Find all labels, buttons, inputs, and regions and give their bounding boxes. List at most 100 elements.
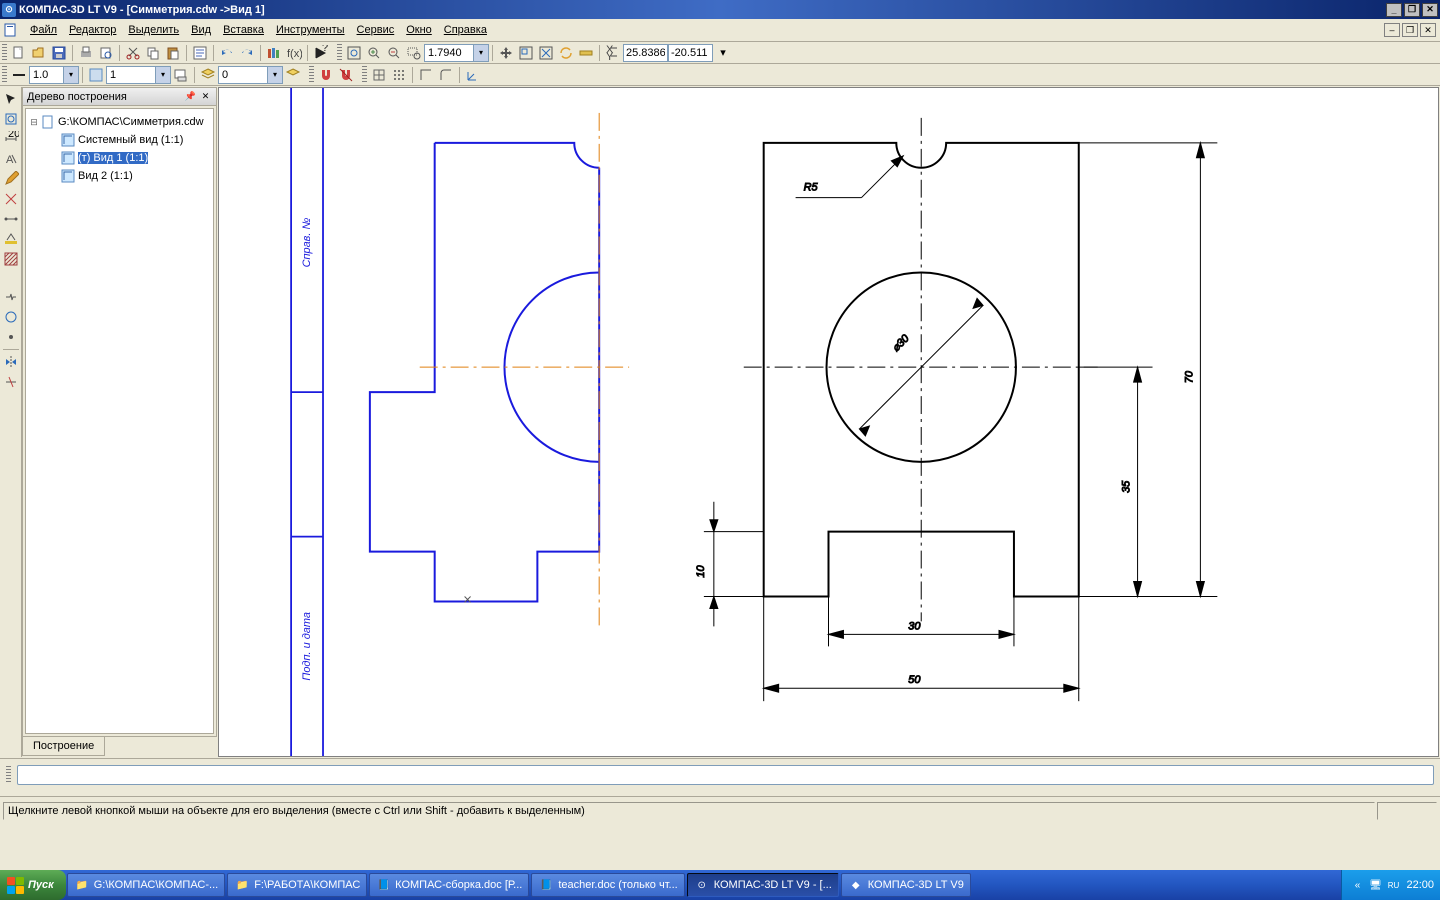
view-settings-button[interactable] — [170, 65, 192, 85]
toolbar-color-button[interactable] — [1, 229, 21, 249]
toolbar-grip[interactable] — [2, 44, 7, 62]
menu-service[interactable]: Сервис — [351, 22, 401, 38]
zoom-combo[interactable]: 1.7940 ▾ — [424, 44, 489, 62]
toolbar-grip-2[interactable] — [337, 44, 342, 62]
tree-item-view-2[interactable]: Вид 2 (1:1) — [28, 167, 211, 185]
coord-y-input[interactable] — [668, 44, 713, 62]
trim-tool[interactable] — [1, 372, 21, 392]
tree-item-system-view[interactable]: Системный вид (1:1) — [28, 131, 211, 149]
mirror-tool[interactable] — [1, 352, 21, 372]
task-item-2[interactable]: 📁F:\РАБОТА\КОМПАС — [227, 873, 367, 897]
toolbar-grip-4[interactable] — [309, 66, 314, 84]
parametric-tool[interactable] — [1, 189, 21, 209]
menu-insert[interactable]: Вставка — [217, 22, 270, 38]
zoom-window-button[interactable] — [403, 43, 425, 63]
minimize-button[interactable]: _ — [1386, 3, 1402, 17]
local-cs-button[interactable] — [462, 65, 484, 85]
paste-button[interactable] — [162, 43, 184, 63]
menu-tools[interactable]: Инструменты — [270, 22, 351, 38]
edit-tool[interactable] — [1, 169, 21, 189]
view-icon-button[interactable] — [85, 65, 107, 85]
cut-button[interactable] — [122, 43, 144, 63]
toolbar-grip[interactable] — [6, 766, 11, 784]
menu-file[interactable]: Файл — [24, 22, 63, 38]
start-button[interactable]: Пуск — [0, 870, 66, 900]
magnet-off-button[interactable] — [335, 65, 357, 85]
chevron-down-icon[interactable]: ▾ — [473, 45, 488, 61]
magnet-on-button[interactable] — [315, 65, 337, 85]
measure-button[interactable] — [575, 43, 597, 63]
task-item-6[interactable]: ◆КОМПАС-3D LT V9 — [841, 873, 971, 897]
mdi-close-button[interactable]: ✕ — [1420, 23, 1436, 37]
variables-button[interactable]: f(x) — [283, 43, 305, 63]
mdi-minimize-button[interactable]: – — [1384, 23, 1400, 37]
expander-icon[interactable]: ⊟ — [28, 117, 40, 128]
library-button[interactable] — [263, 43, 285, 63]
drawing-canvas[interactable]: Справ. № Подп. и дата ⌀30 — [218, 87, 1439, 757]
save-button[interactable] — [48, 43, 70, 63]
print-button[interactable] — [75, 43, 97, 63]
mdi-restore-button[interactable]: ❐ — [1402, 23, 1418, 37]
pan-button[interactable] — [495, 43, 517, 63]
restore-document-icon[interactable] — [2, 21, 20, 39]
preview-button[interactable] — [95, 43, 117, 63]
annotation-tool[interactable]: A — [1, 149, 21, 169]
menu-window[interactable]: Окно — [400, 22, 438, 38]
view-combo[interactable]: 1 ▾ — [106, 66, 171, 84]
close-icon[interactable]: ✕ — [199, 90, 212, 103]
zoom-out-button[interactable] — [383, 43, 405, 63]
layer-icon-button[interactable] — [197, 65, 219, 85]
select-tool[interactable] — [1, 89, 21, 109]
circle-tool[interactable] — [1, 307, 21, 327]
dimension-tool[interactable]: 20 — [1, 129, 21, 149]
zoom-all-button[interactable] — [343, 43, 365, 63]
zoom-in-button[interactable] — [363, 43, 385, 63]
chevron-down-icon[interactable]: ▾ — [63, 67, 78, 83]
properties-button[interactable] — [189, 43, 211, 63]
language-icon[interactable]: RU — [1385, 877, 1401, 893]
chevron-down-icon[interactable]: ▾ — [155, 67, 170, 83]
system-tray[interactable]: « 🖥 RU 22:00 — [1341, 870, 1440, 900]
clock[interactable]: 22:00 — [1406, 879, 1434, 891]
toolbar-grip-5[interactable] — [362, 66, 367, 84]
pin-icon[interactable]: 📌 — [184, 90, 197, 103]
task-item-3[interactable]: 📘КОМПАС-сборка.doc [Р... — [369, 873, 529, 897]
layer-settings-button[interactable] — [282, 65, 304, 85]
menu-edit[interactable]: Редактор — [63, 22, 122, 38]
tree-item-view-1[interactable]: (т) Вид 1 (1:1) — [28, 149, 211, 167]
layer-combo[interactable]: 0 ▾ — [218, 66, 283, 84]
point-tool[interactable] — [1, 327, 21, 347]
close-button[interactable]: ✕ — [1422, 3, 1438, 17]
grid-button[interactable] — [368, 65, 390, 85]
toolbar-grip-3[interactable] — [2, 66, 7, 84]
line-style-button[interactable] — [8, 65, 30, 85]
round-button[interactable] — [435, 65, 457, 85]
coord-dropdown-button[interactable]: ▾ — [712, 43, 734, 63]
help-button[interactable]: ? — [310, 43, 332, 63]
maximize-button[interactable]: ❐ — [1404, 3, 1420, 17]
zoom-extents-button[interactable] — [535, 43, 557, 63]
task-item-5[interactable]: ⊙КОМПАС-3D LT V9 - [... — [687, 873, 839, 897]
task-item-1[interactable]: 📁G:\КОМПАС\КОМПАС-... — [67, 873, 225, 897]
zoom-prev-button[interactable] — [515, 43, 537, 63]
tree-root[interactable]: ⊟ G:\КОМПАС\Симметрия.cdw — [28, 113, 211, 131]
scale-combo[interactable]: 1.0 ▾ — [29, 66, 79, 84]
redo-button[interactable] — [236, 43, 258, 63]
ortho-button[interactable] — [415, 65, 437, 85]
open-button[interactable] — [28, 43, 50, 63]
coord-x-input[interactable] — [623, 44, 668, 62]
tree-tab[interactable]: Построение — [22, 737, 105, 756]
geometry-tool[interactable] — [1, 109, 21, 129]
break-tool[interactable] — [1, 287, 21, 307]
tray-icon[interactable]: 🖥 — [1367, 877, 1383, 893]
refresh-button[interactable] — [555, 43, 577, 63]
task-item-4[interactable]: 📘teacher.doc (только чт... — [531, 873, 684, 897]
coord-button[interactable]: XY — [602, 43, 624, 63]
hatch-tool[interactable] — [1, 249, 21, 269]
undo-button[interactable] — [216, 43, 238, 63]
menu-select[interactable]: Выделить — [122, 22, 185, 38]
measure-tool[interactable] — [1, 209, 21, 229]
command-input[interactable] — [17, 765, 1434, 785]
copy-button[interactable] — [142, 43, 164, 63]
menu-help[interactable]: Справка — [438, 22, 493, 38]
